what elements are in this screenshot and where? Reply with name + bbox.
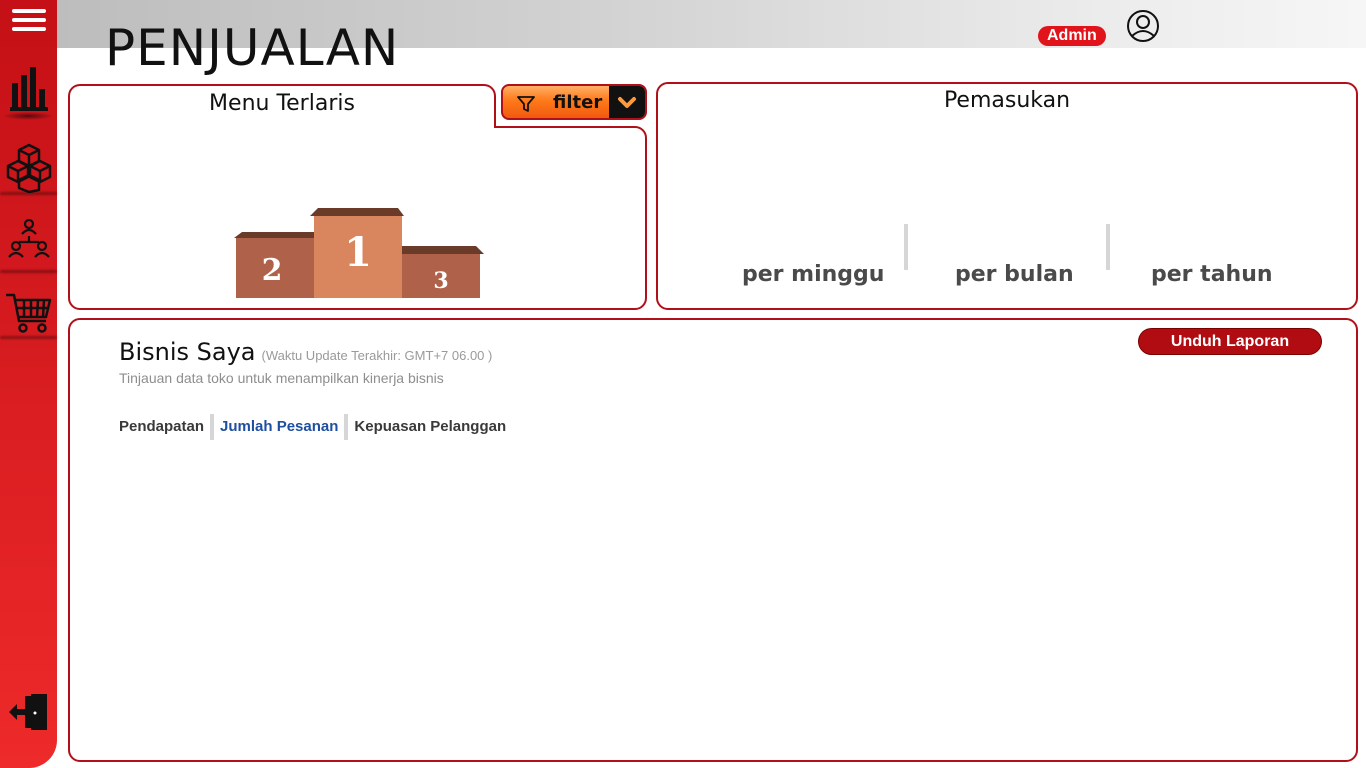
- sidebar-item-network[interactable]: [0, 214, 57, 264]
- sidebar-item-cart[interactable]: [0, 290, 57, 336]
- business-title: Bisnis Saya (Waktu Update Terakhir: GMT+7…: [119, 338, 492, 366]
- users-network-icon: [7, 216, 51, 262]
- best-menu-title: Menu Terlaris: [209, 91, 355, 116]
- admin-badge[interactable]: Admin: [1038, 26, 1106, 46]
- chevron-down-icon[interactable]: [609, 86, 645, 118]
- tab-order-count[interactable]: Jumlah Pesanan: [214, 413, 344, 441]
- download-report-button[interactable]: Unduh Laporan: [1138, 328, 1322, 355]
- period-yearly[interactable]: per tahun: [1151, 262, 1273, 287]
- page-title: PENJUALAN: [105, 19, 400, 77]
- funnel-icon: [517, 95, 535, 118]
- metric-tabs: Pendapatan Jumlah Pesanan Kepuasan Pelan…: [119, 413, 512, 441]
- active-indicator: [2, 112, 54, 120]
- last-update-note: (Waktu Update Terakhir: GMT+7 06.00 ): [261, 348, 493, 363]
- logout-door-icon: [7, 692, 51, 732]
- podium-first-label: 1: [344, 229, 372, 276]
- sidebar-divider: [0, 270, 57, 273]
- business-title-text: Bisnis Saya: [119, 338, 256, 366]
- podium-third-label: 3: [433, 268, 448, 294]
- sidebar-item-sales[interactable]: [0, 62, 57, 114]
- period-monthly[interactable]: per bulan: [955, 262, 1074, 287]
- boxes-icon: [5, 141, 53, 193]
- podium-second-label: 2: [262, 253, 283, 288]
- filter-button[interactable]: filter: [501, 84, 647, 120]
- user-circle-icon[interactable]: [1125, 8, 1161, 49]
- business-subtitle: Tinjauan data toko untuk menampilkan kin…: [119, 370, 444, 386]
- sidebar-divider: [0, 336, 57, 339]
- period-divider: [1106, 224, 1110, 270]
- hamburger-menu-button[interactable]: [0, 4, 57, 36]
- income-panel: Pemasukan per minggu per bulan per tahun: [656, 82, 1358, 310]
- tab-join-mask: [119, 122, 481, 130]
- business-panel: Bisnis Saya (Waktu Update Terakhir: GMT+7…: [68, 318, 1358, 762]
- hamburger-icon: [9, 6, 49, 34]
- bar-chart-icon: [8, 63, 50, 113]
- best-menu-panel: 2 1 3: [68, 126, 647, 310]
- shopping-cart-icon: [4, 291, 54, 335]
- filter-label: filter: [553, 92, 603, 113]
- podium-illustration: 2 1 3: [230, 208, 486, 305]
- logout-button[interactable]: [0, 690, 57, 734]
- income-title: Pemasukan: [943, 88, 1071, 113]
- sidebar-item-products[interactable]: [0, 140, 57, 194]
- period-weekly[interactable]: per minggu: [742, 262, 884, 287]
- sidebar-divider: [0, 192, 57, 195]
- tab-customer-satisfaction[interactable]: Kepuasan Pelanggan: [348, 413, 512, 441]
- sidebar: [0, 0, 57, 768]
- tab-revenue[interactable]: Pendapatan: [119, 413, 210, 441]
- period-divider: [904, 224, 908, 270]
